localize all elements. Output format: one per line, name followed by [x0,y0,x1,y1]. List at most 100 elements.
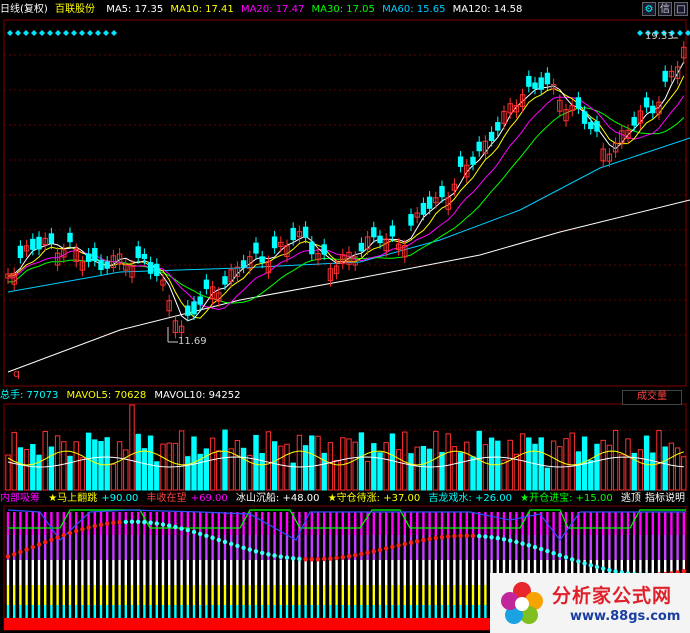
price-panel-frame [3,19,687,387]
oscillator-dot [322,556,327,562]
signal-stripe [279,585,282,605]
signal-stripe [248,512,251,535]
signal-stripe [19,585,22,605]
candle-body [271,236,278,249]
volume-bar [600,439,606,491]
signal-stripe [589,512,592,535]
stock-name: 百联股份 [55,4,95,15]
signal-stripe [168,605,171,618]
volume-bar [222,429,228,491]
signal-stripe [254,560,258,585]
oscillator-dot [495,536,500,541]
signal-stripe [180,560,183,585]
oscillator-dot [539,546,544,552]
signal-stripe [242,585,245,605]
signal-stripe [205,605,208,618]
signal-stripe [440,560,444,585]
volume-bar [656,429,662,491]
signal-stripe [186,560,189,585]
signal-stripe [174,512,177,535]
oscillator-dot [340,555,345,560]
signal-stripe [323,605,326,618]
signal-stripe [391,585,394,605]
volume-bar [495,440,501,491]
signal-stripe [267,605,270,618]
candle-body [581,111,588,124]
signal-stripe [298,560,301,585]
signal-stripe [478,585,481,605]
signal-stripe [230,535,233,560]
candle-body [650,105,656,114]
volume-bar [544,467,551,491]
signal-stripe [87,585,90,605]
signal-stripe [44,512,47,535]
oscillator-dot [477,533,482,539]
close-button[interactable]: □ [674,2,688,16]
candle-body [538,77,544,90]
signal-stripe [230,585,233,605]
signal-stripe [515,512,518,535]
volume-bar [216,450,222,491]
oscillator-dot [55,535,60,540]
candle-body [92,247,98,261]
signal-stripe [323,512,326,535]
signal-stripe [93,535,96,560]
volume-bar [507,439,513,491]
signal-stripe [292,560,295,585]
oscillator-dot [30,544,35,550]
volume-bar [209,437,216,491]
oscillator-dot [278,554,283,559]
volume-bar [315,435,321,491]
info-button[interactable]: 信 [658,2,672,16]
volume-bar [278,445,284,491]
volume-bar [309,435,315,491]
oscillator-dot [377,547,383,553]
candle-body [48,233,55,244]
candle-body [408,214,414,226]
signal-stripe [484,605,487,618]
signal-stripe [626,512,630,535]
price-high-label: 19.33 [645,31,674,42]
candle-body [240,260,247,268]
signal-stripe [81,512,84,535]
signal-stripe [366,535,369,560]
oscillator-dot [229,541,234,547]
diamond-marker-icon [55,30,61,36]
signal-stripe [329,585,332,605]
candle-body [98,259,104,271]
signal-stripe [50,585,53,605]
indicator-help-button[interactable]: 指标说明 [642,491,688,506]
signal-stripe [459,585,462,605]
signal-stripe [19,605,22,618]
candle-body [389,225,396,237]
signal-stripe [372,535,375,560]
signal-legend-item: 内部吸筹 [0,493,40,504]
settings-icon[interactable]: ⚙ [642,2,656,16]
oscillator-dot [384,546,389,551]
signal-stripe [161,585,165,605]
oscillator-dot [371,549,376,554]
signal-stripe [484,585,487,605]
signal-stripe [50,512,53,535]
signal-stripe [496,512,499,535]
oscillator-dot [5,554,11,559]
volume-bar [54,435,61,491]
signal-stripe [174,560,177,585]
volume-bar [625,438,631,491]
volume-indicator-button[interactable]: 成交量 [622,390,682,405]
ma5-line [7,61,685,322]
signal-stripe [670,535,673,560]
signal-stripe [236,512,239,535]
signal-stripe [453,512,456,535]
signal-stripe [509,512,512,535]
signal-stripe [310,605,313,618]
signal-stripe [31,512,34,535]
signal-stripe [292,605,295,618]
signal-stripe [192,560,196,585]
signal-stripe [595,512,599,535]
oscillator-dot [396,543,401,548]
signal-stripe [329,605,332,618]
ma30-label: MA30: 17.05 [311,4,375,15]
period-label[interactable]: 日线(复权) [0,4,48,15]
signal-stripe [335,605,338,618]
